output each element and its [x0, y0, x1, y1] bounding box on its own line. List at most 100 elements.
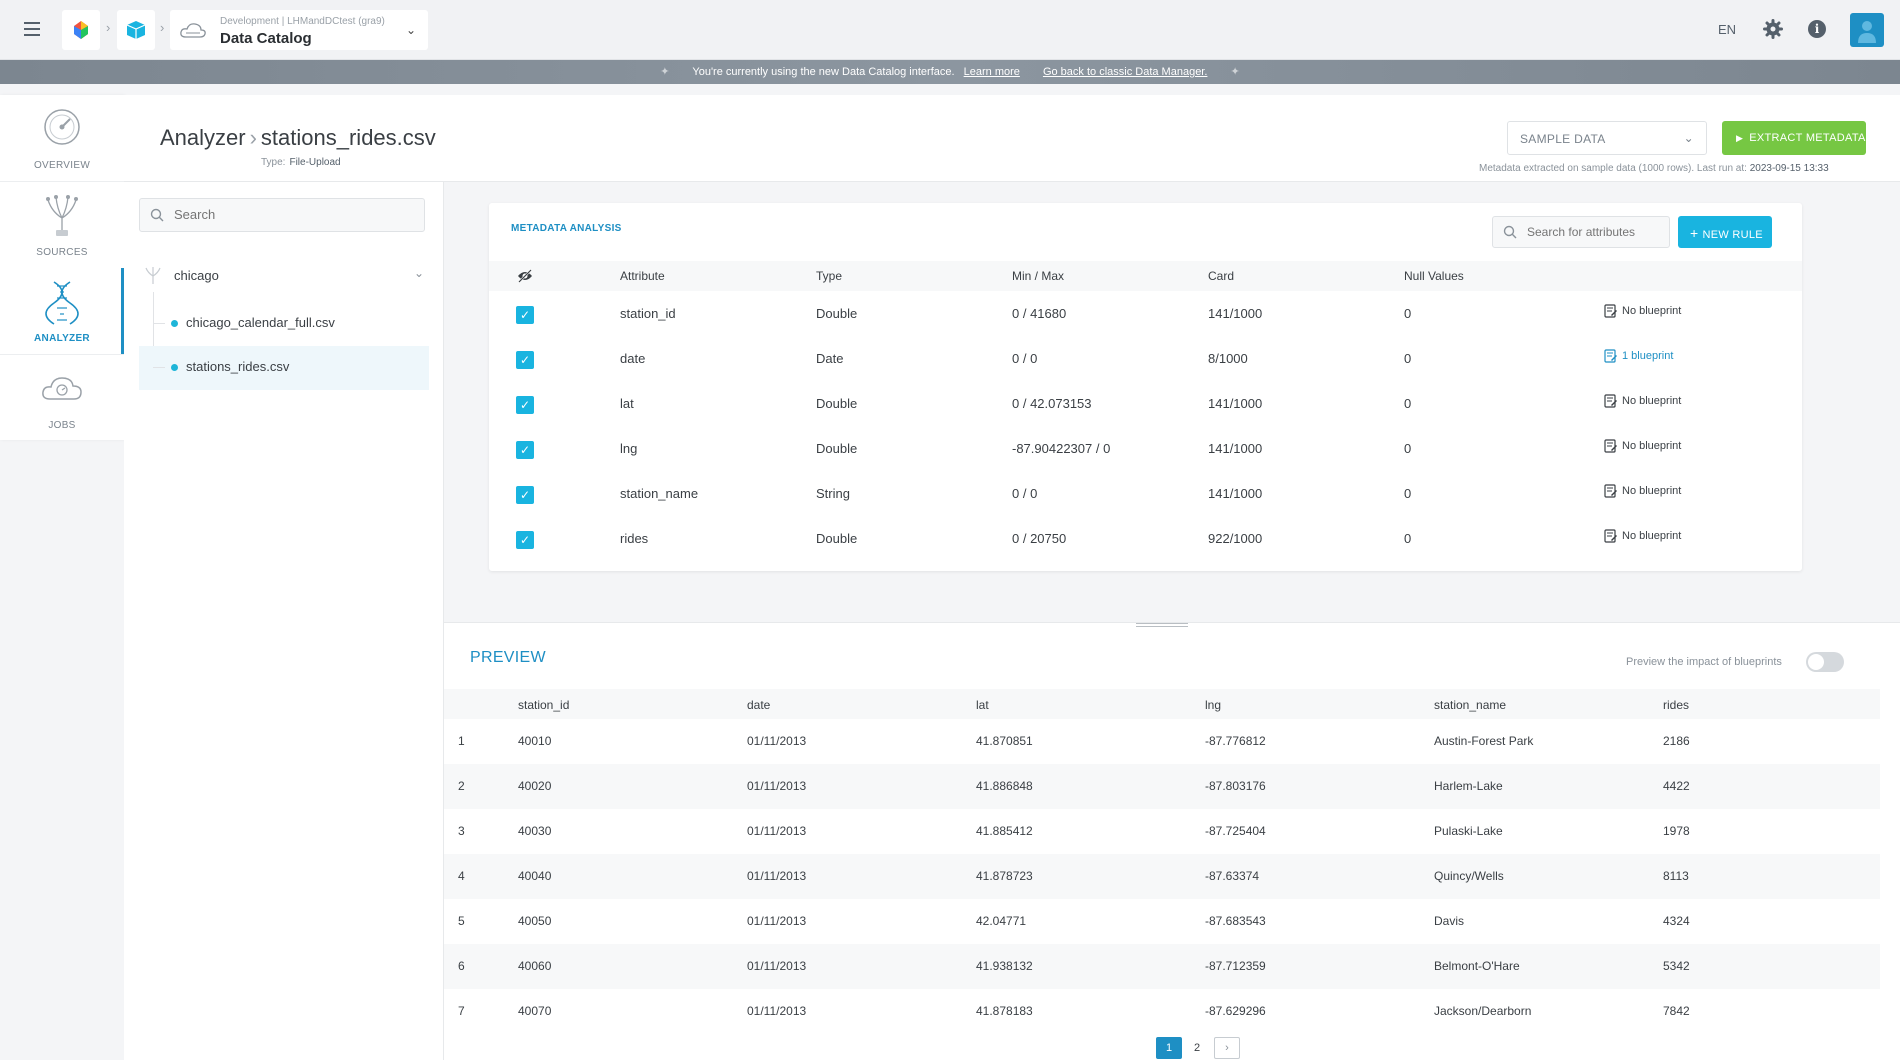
- metadata-cell-card: 141/1000: [1208, 441, 1263, 456]
- attribute-checkbox[interactable]: ✓: [516, 306, 534, 324]
- blueprint-impact-toggle[interactable]: [1806, 652, 1844, 672]
- attribute-checkbox[interactable]: ✓: [516, 531, 534, 549]
- preview-cell-row-index: 1: [458, 734, 465, 748]
- nav-label: OVERVIEW: [33, 160, 91, 171]
- nav-item-analyzer[interactable]: ANALYZER: [0, 268, 124, 354]
- search-icon: [150, 208, 164, 222]
- attribute-checkbox[interactable]: ✓: [516, 396, 534, 414]
- attribute-checkbox[interactable]: ✓: [516, 351, 534, 369]
- preview-cell-rides: 4422: [1663, 779, 1690, 793]
- metadata-analysis-card: METADATA ANALYSIS +NEW RULE Attribute: [489, 203, 1802, 571]
- attribute-search-box: [1492, 216, 1670, 248]
- nav-item-sources[interactable]: SOURCES: [0, 182, 124, 268]
- eye-slash-icon[interactable]: [517, 269, 533, 283]
- preview-cell-rides: 8113: [1663, 869, 1689, 883]
- next-page-button[interactable]: ›: [1214, 1037, 1240, 1059]
- preview-cell-date: 01/11/2013: [747, 914, 807, 928]
- preview-cell-rides: 5342: [1663, 959, 1690, 973]
- user-avatar[interactable]: [1850, 13, 1884, 47]
- preview-cell-lat: 41.870851: [976, 734, 1033, 748]
- nav-item-overview[interactable]: OVERVIEW: [0, 95, 124, 181]
- preview-cell-station-id: 40040: [518, 869, 552, 883]
- attribute-checkbox[interactable]: ✓: [516, 486, 534, 504]
- cloud-icon: [180, 23, 206, 38]
- tree-folder-chicago[interactable]: chicago ⌄: [144, 262, 434, 292]
- metadata-area: METADATA ANALYSIS +NEW RULE Attribute: [444, 182, 1900, 622]
- new-rule-button[interactable]: + NEW RULE: [1678, 216, 1772, 248]
- metadata-row: ✓ lng Double -87.90422307 / 0 141/1000 0 No bl…: [489, 426, 1802, 471]
- nav-item-jobs[interactable]: JOBS: [0, 355, 124, 441]
- preview-cell-lat: 41.938132: [976, 959, 1033, 973]
- preview-cell-date: 01/11/2013: [747, 1004, 807, 1018]
- blueprint-edit-icon: [1604, 349, 1617, 363]
- metadata-cell-card: 141/1000: [1208, 396, 1263, 411]
- preview-cell-lng: -87.683543: [1205, 914, 1266, 928]
- preview-cell-station-name: Austin-Forest Park: [1434, 734, 1534, 748]
- blueprint-edit-icon: [1604, 439, 1617, 453]
- preview-table-header: station_id date lat lng station_name rid…: [444, 689, 1880, 719]
- blueprint-label: No blueprint: [1622, 439, 1682, 452]
- attribute-checkbox[interactable]: ✓: [516, 441, 534, 459]
- file-type: Type: File-Upload: [261, 157, 341, 168]
- platform-logo-button[interactable]: [62, 10, 100, 50]
- chevron-down-icon[interactable]: ⌄: [406, 23, 416, 37]
- nav-label: JOBS: [48, 420, 76, 431]
- metadata-table-header: Attribute Type Min / Max Card Null Value…: [489, 261, 1802, 291]
- metadata-row: ✓ lat Double 0 / 42.073153 141/1000 0 No bluep…: [489, 381, 1802, 426]
- preview-cell-date: 01/11/2013: [747, 734, 807, 748]
- blueprint-link[interactable]: No blueprint: [1604, 394, 1681, 408]
- language-selector[interactable]: EN: [1718, 22, 1736, 37]
- chevron-down-icon[interactable]: ⌄: [414, 266, 424, 280]
- gear-icon[interactable]: [1763, 19, 1783, 39]
- info-icon[interactable]: i: [1808, 20, 1826, 38]
- preview-cell-lat: 42.04771: [976, 914, 1027, 928]
- blueprint-label: No blueprint: [1622, 394, 1682, 407]
- column-header-type: Type: [816, 269, 843, 283]
- sample-data-select[interactable]: SAMPLE DATA ⌄: [1507, 121, 1707, 155]
- blueprint-link[interactable]: No blueprint: [1604, 529, 1681, 543]
- metadata-cell-attribute: station_name: [620, 486, 699, 501]
- breadcrumb-analyzer[interactable]: Analyzer: [160, 125, 246, 150]
- preview-cell-lng: -87.629296: [1205, 1004, 1266, 1018]
- blueprint-link[interactable]: No blueprint: [1604, 439, 1681, 453]
- column-header-card: Card: [1208, 269, 1235, 283]
- preview-cell-lat: 41.878183: [976, 1004, 1033, 1018]
- tree-item-label: stations_rides.csv: [186, 359, 290, 374]
- tree-search-input[interactable]: [174, 207, 404, 222]
- blueprint-link[interactable]: 1 blueprint: [1604, 349, 1673, 363]
- blueprint-link[interactable]: No blueprint: [1604, 304, 1681, 318]
- resize-handle[interactable]: [1136, 623, 1188, 629]
- preview-cell-date: 01/11/2013: [747, 959, 807, 973]
- preview-cell-lng: -87.712359: [1205, 959, 1266, 973]
- learn-more-link[interactable]: Learn more: [964, 66, 1020, 78]
- metadata-cell-type: Date: [816, 351, 844, 366]
- project-environment: Development | LHMandDCtest (gra9): [220, 16, 385, 27]
- tree-item-stations-rides[interactable]: stations_rides.csv: [139, 346, 429, 390]
- preview-cell-lng: -87.725404: [1205, 824, 1266, 838]
- metadata-cell-card: 141/1000: [1208, 306, 1263, 321]
- hamburger-menu-icon[interactable]: [24, 22, 40, 36]
- preview-cell-rides: 1978: [1663, 824, 1690, 838]
- metadata-cell-minmax: 0 / 41680: [1012, 306, 1067, 321]
- preview-cell-lng: -87.63374: [1205, 869, 1260, 883]
- blueprint-edit-icon: [1604, 529, 1617, 543]
- classic-data-manager-link[interactable]: Go back to classic Data Manager.: [1043, 66, 1207, 78]
- metadata-heading: METADATA ANALYSIS: [511, 223, 622, 234]
- preview-cell-rides: 7842: [1663, 1004, 1690, 1018]
- preview-cell-row-index: 7: [458, 1004, 465, 1018]
- metadata-row: ✓ rides Double 0 / 20750 922/1000 0 No bluepri…: [489, 516, 1802, 561]
- preview-cell-station-name: Quincy/Wells: [1434, 869, 1504, 883]
- tree-item-chicago-calendar-full[interactable]: chicago_calendar_full.csv: [139, 302, 429, 346]
- metadata-row: ✓ date Date 0 / 0 8/1000 0 1 blueprint: [489, 336, 1802, 381]
- attribute-search-input[interactable]: [1527, 225, 1667, 239]
- nav-label: ANALYZER: [34, 333, 90, 344]
- page-button-1[interactable]: 1: [1156, 1037, 1182, 1059]
- preview-cell-date: 01/11/2013: [747, 869, 807, 883]
- project-selector[interactable]: Development | LHMandDCtest (gra9) Data C…: [170, 10, 428, 50]
- user-icon: [1858, 21, 1876, 43]
- workspace-button[interactable]: [117, 10, 155, 50]
- blueprint-link[interactable]: No blueprint: [1604, 484, 1681, 498]
- extract-metadata-button[interactable]: ▶ EXTRACT METADATA: [1722, 121, 1866, 155]
- preview-cell-station-name: Harlem-Lake: [1434, 779, 1503, 793]
- page-button-2[interactable]: 2: [1184, 1037, 1210, 1059]
